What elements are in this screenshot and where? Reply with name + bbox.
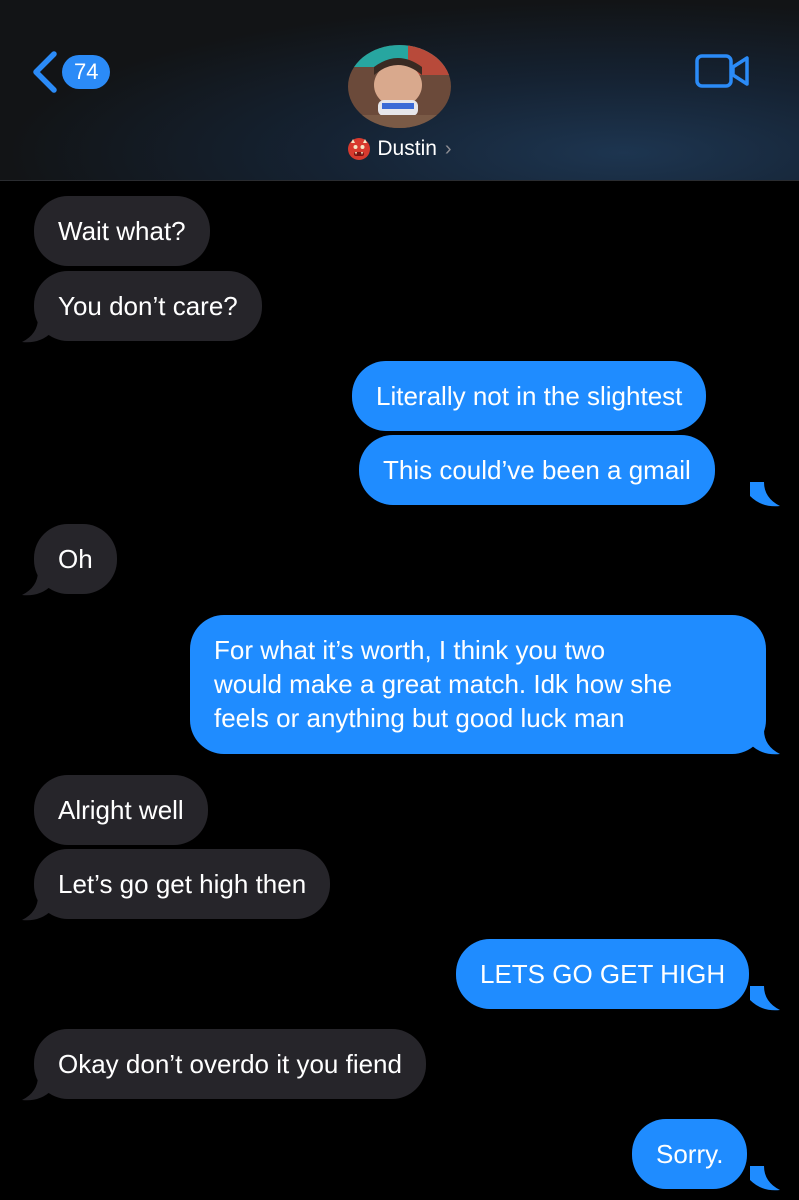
- contact-name: Dustin: [377, 137, 437, 160]
- message-text: Alright well: [58, 795, 184, 825]
- message-text: Oh: [58, 544, 93, 574]
- message-text: You don’t care?: [58, 291, 238, 321]
- message-bubble-incoming[interactable]: You don’t care?: [34, 271, 262, 341]
- message-bubble-incoming[interactable]: Alright well: [34, 775, 208, 845]
- bubble-tail: [22, 318, 52, 343]
- contact-name-row[interactable]: Dustin ›: [0, 137, 799, 161]
- message-text: Wait what?: [58, 216, 186, 246]
- message-text-line: feels or anything but good luck man: [214, 703, 625, 733]
- bubble-tail: [750, 986, 780, 1011]
- message-text: LETS GO GET HIGH: [480, 959, 726, 989]
- conversation-header: 74 Dustin ›: [0, 0, 799, 181]
- bubble-tail: [750, 730, 780, 755]
- bubble-tail: [750, 1166, 780, 1191]
- message-bubble-outgoing[interactable]: Sorry.: [632, 1119, 748, 1189]
- message-bubble-incoming[interactable]: Okay don’t overdo it you fiend: [34, 1029, 426, 1099]
- bubble-tail: [22, 571, 52, 596]
- chevron-left-icon: [33, 51, 57, 93]
- bubble-tail: [750, 482, 780, 507]
- unread-count-badge: 74: [62, 55, 111, 89]
- bubble-tail: [22, 896, 52, 921]
- message-text-line: For what it’s worth, I think you two: [214, 635, 606, 665]
- message-bubble-outgoing[interactable]: LETS GO GET HIGH: [456, 939, 750, 1009]
- chevron-right-icon: ›: [444, 137, 452, 160]
- message-text-line: would make a great match. Idk how she: [214, 669, 673, 699]
- message-bubble-incoming[interactable]: Wait what?: [34, 196, 210, 266]
- message-text: Okay don’t overdo it you fiend: [58, 1049, 402, 1079]
- message-bubble-outgoing[interactable]: This could’ve been a gmail: [359, 435, 715, 505]
- message-bubble-outgoing[interactable]: For what it’s worth, I think you two wou…: [190, 615, 766, 754]
- message-text: Sorry.: [656, 1139, 724, 1169]
- video-call-button[interactable]: [695, 54, 751, 93]
- video-camera-icon: [695, 54, 749, 88]
- message-bubble-incoming[interactable]: Let’s go get high then: [34, 849, 331, 919]
- bubble-tail: [22, 1076, 52, 1101]
- message-text: Literally not in the slightest: [376, 381, 683, 411]
- message-bubble-outgoing[interactable]: Literally not in the slightest: [352, 361, 707, 431]
- ogre-face-icon: [348, 138, 371, 160]
- contact-avatar[interactable]: [348, 45, 451, 128]
- message-text: Let’s go get high then: [58, 869, 307, 899]
- message-text: This could’ve been a gmail: [383, 455, 691, 485]
- back-button[interactable]: 74: [30, 50, 111, 94]
